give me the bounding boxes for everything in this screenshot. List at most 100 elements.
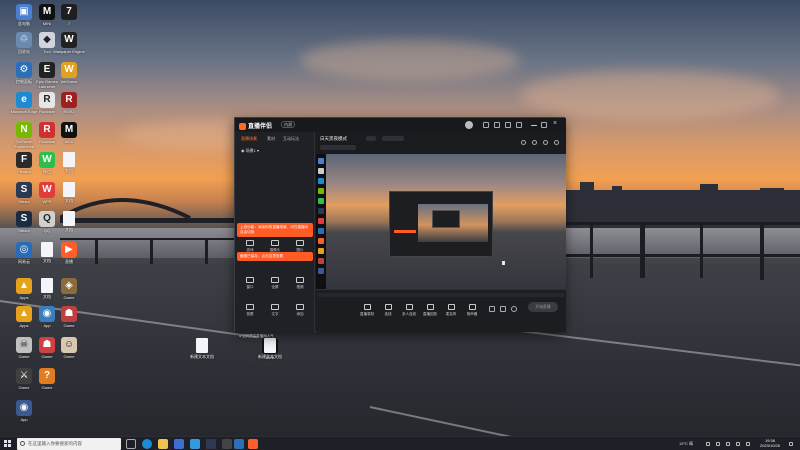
- desktop-icon[interactable]: 文档: [53, 152, 85, 178]
- date: 2023/10/26: [759, 443, 781, 448]
- volume-icon[interactable]: [736, 442, 740, 446]
- scene-selector[interactable]: ◉ 场景1 ▾: [241, 148, 259, 154]
- desktop-icon[interactable]: MMINI: [53, 122, 85, 149]
- app-icon[interactable]: [190, 439, 200, 449]
- desktop-icon[interactable]: ◈ Game: [53, 278, 85, 305]
- desktop-icon[interactable]: 77: [53, 4, 85, 31]
- desktop-icon[interactable]: ◉ App: [8, 400, 40, 427]
- desktop-icon[interactable]: 新建文本文档: [186, 338, 218, 364]
- railing: [60, 238, 235, 240]
- desktop-icon[interactable]: R RDR2: [53, 92, 85, 119]
- task-view-icon[interactable]: [126, 439, 136, 449]
- desktop-icon[interactable]: 文档: [53, 211, 85, 237]
- steam-icon[interactable]: [206, 439, 216, 449]
- gift-icon[interactable]: [494, 122, 500, 128]
- camera-icon[interactable]: [489, 306, 495, 312]
- desktop-icon-label: 文档: [65, 227, 73, 232]
- preview-taskbar-strip: [318, 293, 564, 297]
- chevron-up-icon[interactable]: [706, 442, 710, 446]
- replay-button[interactable]: 直播回放: [421, 304, 439, 317]
- effect-icon[interactable]: [532, 140, 537, 145]
- app-logo-icon: [239, 122, 246, 130]
- mode-pill[interactable]: [382, 136, 404, 141]
- desktop-icon[interactable]: W WeGame: [53, 62, 85, 89]
- message-icon[interactable]: [483, 122, 489, 128]
- speaker-button[interactable]: 扬声器: [463, 304, 481, 317]
- tool-text[interactable]: 文字: [264, 304, 286, 317]
- desktop-app-icon: ?: [39, 368, 55, 384]
- tool-add[interactable]: 添加: [289, 304, 311, 317]
- maximize-icon[interactable]: [541, 122, 547, 128]
- tool-window[interactable]: 窗口: [239, 277, 261, 290]
- record-button[interactable]: 直播录制: [358, 304, 376, 317]
- desktop-icon-label: Game: [63, 295, 75, 300]
- search-placeholder: 在这里输入你要搜索的内容: [28, 441, 82, 446]
- tab-live-scene[interactable]: 直播场景: [241, 136, 257, 142]
- mic-button[interactable]: 麦克风: [442, 304, 460, 317]
- live-streaming-app-window[interactable]: 直播伴侣 内测 × 直播场景 素材 互动玩法 ◉ 场景1 ▾ 上线功能：添加你的…: [234, 117, 566, 338]
- desktop-app-icon: [63, 182, 75, 197]
- layout-icon[interactable]: [521, 140, 526, 145]
- desktop-icon-label: 直播: [65, 259, 73, 264]
- desktop-icon[interactable]: ? Game: [31, 368, 63, 395]
- railing-post: [640, 222, 645, 278]
- app-badge[interactable]: 内测: [281, 121, 295, 128]
- bottom-note[interactable]: ● 如何提高直播间人气: [239, 334, 274, 339]
- file-explorer-icon[interactable]: [158, 439, 168, 449]
- desktop-app-icon: ⚙: [16, 62, 32, 78]
- desktop-icon[interactable]: ☺ Game: [53, 337, 85, 364]
- start-button[interactable]: [4, 440, 11, 447]
- desktop-icon[interactable]: 文档: [53, 182, 85, 208]
- network-icon[interactable]: [726, 442, 730, 446]
- beauty-icon[interactable]: [500, 306, 506, 312]
- weather[interactable]: 19°C 晴: [679, 441, 693, 447]
- stage-title: 白天黑夜模式: [320, 136, 347, 141]
- app-icon[interactable]: [234, 439, 244, 449]
- app-icon[interactable]: [222, 439, 232, 449]
- minimize-icon[interactable]: [531, 125, 537, 126]
- edge-icon[interactable]: [142, 439, 152, 449]
- live-app-taskbar-icon[interactable]: [248, 439, 258, 449]
- settings-icon[interactable]: [505, 122, 511, 128]
- tab-interactive[interactable]: 互动玩法: [283, 136, 299, 142]
- bottom-button-label: 直播录制: [360, 312, 374, 316]
- screenshot-tip[interactable]: 截图已保存，点击这里查看: [237, 252, 313, 261]
- skin-icon[interactable]: [516, 122, 522, 128]
- resolution-pill[interactable]: [320, 145, 356, 150]
- tool-fullscreen[interactable]: 全屏: [264, 277, 286, 290]
- desktop-icon[interactable]: 新建文本文档: [254, 338, 286, 364]
- fullscreen-icon: [271, 277, 279, 283]
- tab-materials[interactable]: 素材: [267, 136, 275, 142]
- avatar[interactable]: [465, 121, 473, 129]
- speaker-icon: [468, 304, 476, 310]
- start-live-button[interactable]: 开始直播: [528, 302, 558, 312]
- tool-video[interactable]: 视频: [289, 277, 311, 290]
- cloud: [300, 40, 520, 80]
- feature-tip[interactable]: 上线功能：添加你的直播场景，可在直播中自由切换: [237, 223, 313, 237]
- share-icon[interactable]: [554, 140, 559, 145]
- railing: [566, 222, 800, 225]
- mouse-cursor: [502, 261, 505, 265]
- app-tray-icon[interactable]: [716, 442, 720, 446]
- desktop-icon[interactable]: ▶ 直播: [53, 242, 85, 269]
- app-titlebar[interactable]: 直播伴侣 内测 ×: [235, 118, 566, 132]
- notification-icon[interactable]: [789, 442, 793, 446]
- stream-preview[interactable]: [316, 154, 566, 289]
- tool-cast[interactable]: 投屏: [239, 304, 261, 317]
- link-button[interactable]: 连线: [379, 304, 397, 317]
- multi-link-button[interactable]: 多人连线: [400, 304, 418, 317]
- settings-icon[interactable]: [511, 306, 517, 312]
- mode-pill[interactable]: [366, 136, 376, 141]
- taskbar-search[interactable]: 在这里输入你要搜索的内容: [17, 438, 121, 450]
- desktop-icon[interactable]: ☗ Game: [53, 306, 85, 333]
- building: [580, 182, 594, 194]
- close-icon[interactable]: ×: [553, 120, 559, 127]
- store-icon[interactable]: [174, 439, 184, 449]
- camera-flip-icon[interactable]: [543, 140, 548, 145]
- desktop-app-icon: ◈: [61, 278, 77, 294]
- ime-icon[interactable]: [746, 442, 750, 446]
- scene-label: 场景1: [245, 148, 256, 153]
- clock[interactable]: 19:36 2023/10/26: [755, 438, 785, 448]
- preview-icon: [318, 198, 324, 204]
- desktop-icon[interactable]: W Wallpaper Engine: [53, 32, 85, 59]
